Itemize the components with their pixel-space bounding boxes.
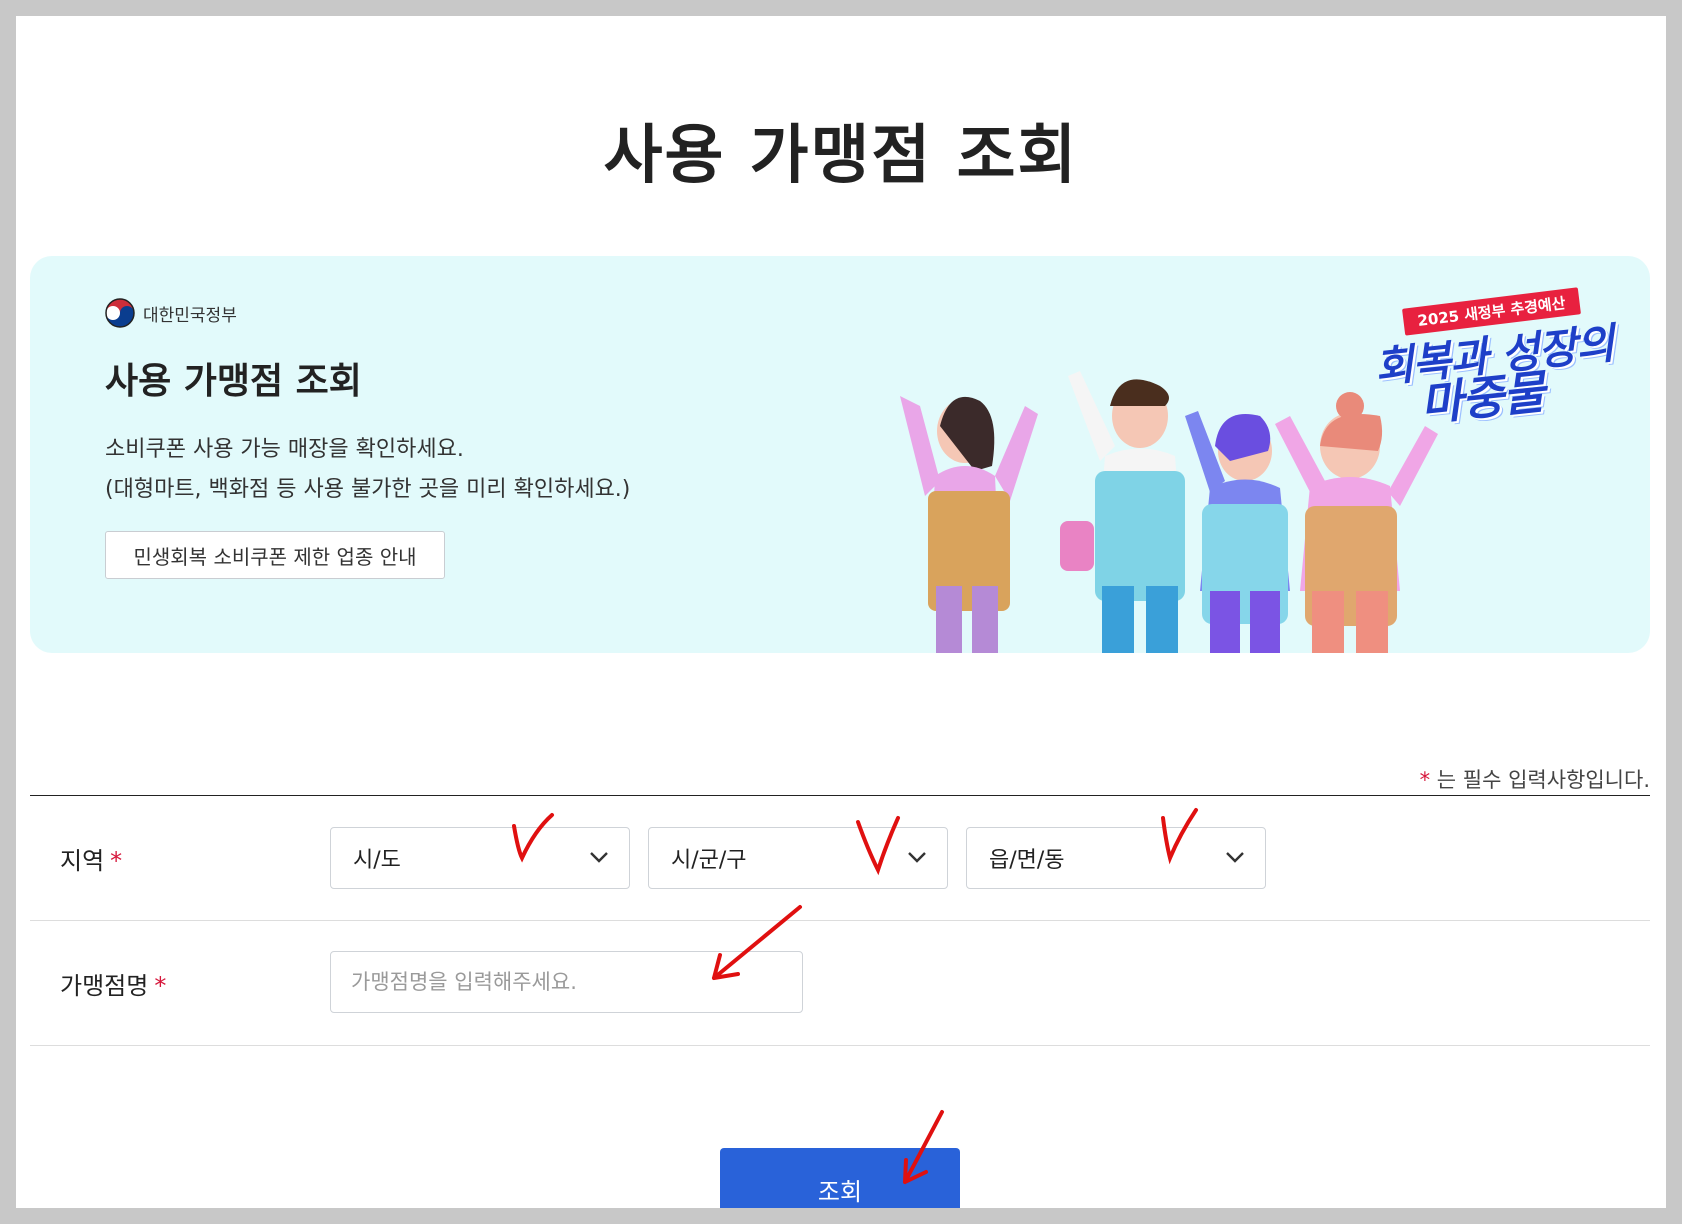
slogan-line-2: 마중물 <box>1417 364 1547 432</box>
sido-select-value: 시/도 <box>353 848 401 873</box>
store-name-row: 가맹점명 * <box>30 921 1650 1046</box>
store-search-form: 지역 * 시/도 시/군/구 읍/면/동 가맹점명 * <box>30 795 1650 1046</box>
gov-name: 대한민국정부 <box>143 305 237 326</box>
banner-desc-line-2: (대형마트, 백화점 등 사용 불가한 곳을 미리 확인하세요.) <box>105 477 631 502</box>
store-name-input[interactable] <box>330 951 803 1013</box>
sigungu-select[interactable]: 시/군/구 <box>648 827 948 889</box>
banner-title: 사용 가맹점 조회 <box>105 361 362 402</box>
taegeuk-emblem-icon <box>105 298 135 328</box>
eupmyeondong-select-value: 읍/면/동 <box>989 848 1065 873</box>
illustration-person-1 <box>900 396 1038 653</box>
chevron-down-icon <box>1226 852 1244 863</box>
banner-desc-line-1: 소비쿠폰 사용 가능 매장을 확인하세요. <box>105 437 464 462</box>
banner-description: 소비쿠폰 사용 가능 매장을 확인하세요. (대형마트, 백화점 등 사용 불가… <box>105 430 630 510</box>
required-fields-note: * 는 필수 입력사항입니다. <box>1420 764 1650 794</box>
region-row: 지역 * 시/도 시/군/구 읍/면/동 <box>30 796 1650 921</box>
illustration-person-2 <box>1060 371 1185 653</box>
region-label: 지역 * <box>60 847 123 875</box>
page: 사용 가맹점 조회 대한민국정부 사용 가맹점 조회 소비쿠폰 사용 가능 매장… <box>16 16 1666 1208</box>
store-name-label: 가맹점명 * <box>60 972 167 1000</box>
illustration-person-4 <box>1275 392 1438 653</box>
chevron-down-icon <box>590 852 608 863</box>
gov-brand: 대한민국정부 <box>105 298 237 328</box>
eupmyeondong-select[interactable]: 읍/면/동 <box>966 827 1266 889</box>
required-star: * <box>1419 768 1431 792</box>
sido-select[interactable]: 시/도 <box>330 827 630 889</box>
chevron-down-icon <box>908 852 926 863</box>
page-title: 사용 가맹점 조회 <box>603 119 1079 193</box>
required-note-text: 는 필수 입력사항입니다. <box>1436 768 1650 792</box>
search-submit-button[interactable]: 조회 <box>720 1148 960 1208</box>
illustration-person-3 <box>1185 411 1290 653</box>
sigungu-select-value: 시/군/구 <box>671 848 747 873</box>
restricted-business-guide-button[interactable]: 민생회복 소비쿠폰 제한 업종 안내 <box>105 531 445 579</box>
